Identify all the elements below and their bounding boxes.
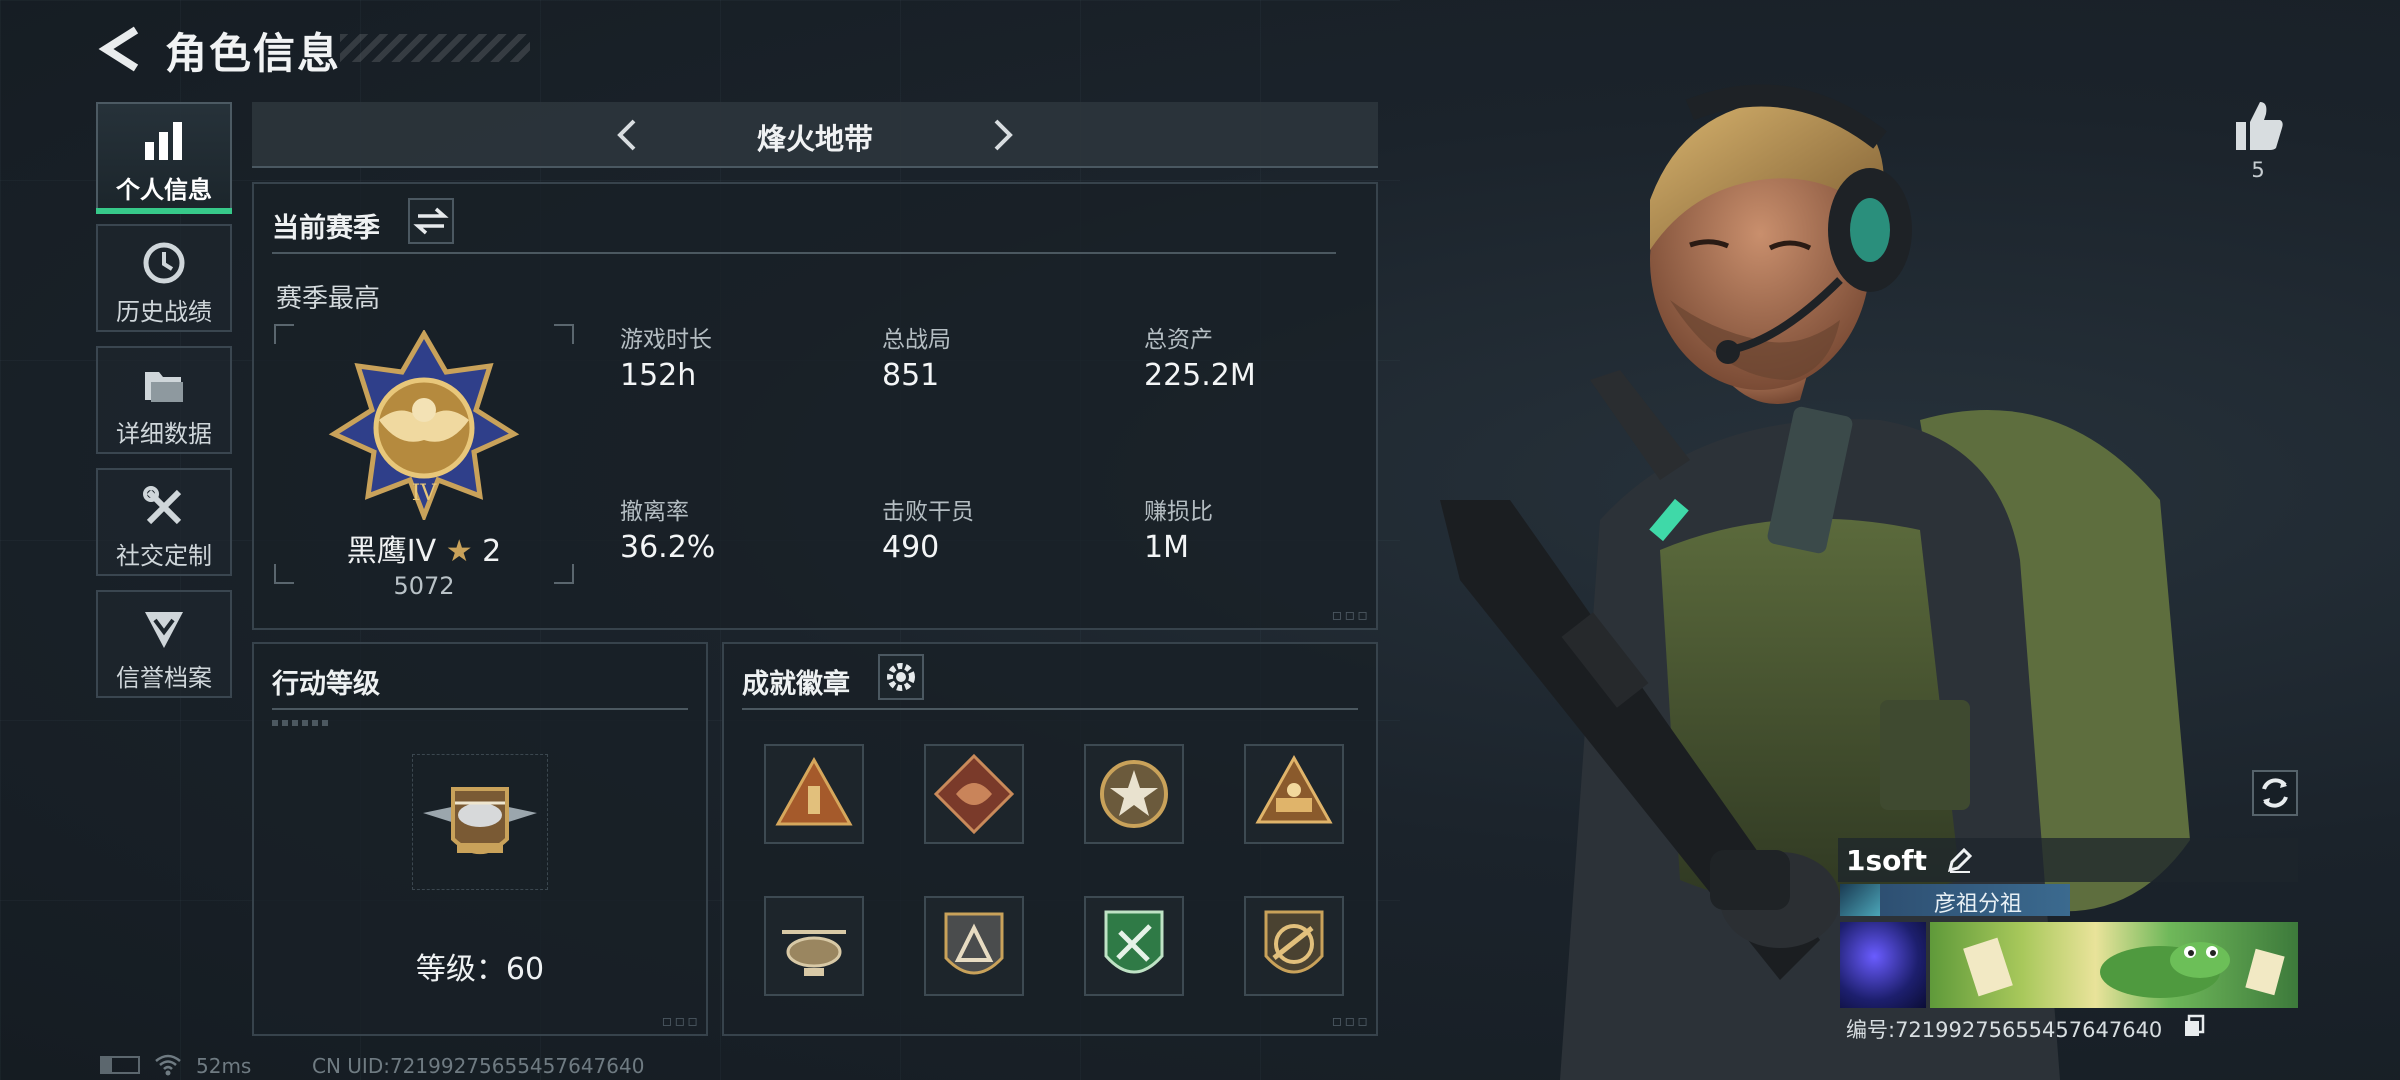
switch-season-button[interactable]: [408, 198, 454, 244]
edit-pencil-icon[interactable]: [1946, 846, 1974, 874]
nav-label: 个人信息: [116, 176, 212, 204]
achievement-badge-6[interactable]: [924, 896, 1024, 996]
frame-corner: [554, 324, 574, 344]
copy-icon[interactable]: [2183, 1014, 2205, 1038]
triangle-tower-badge-icon: [775, 756, 853, 826]
stat-value-extract-rate: 36.2%: [620, 530, 716, 565]
battery-icon: [100, 1056, 140, 1074]
player-card: 1soft 彦祖分祖 编号:72199275655457647640: [1838, 838, 2298, 1050]
achievement-badge-1[interactable]: [764, 744, 864, 844]
uid-text: CN UID:72199275655457647640: [312, 1054, 645, 1078]
nav-label: 信誉档案: [116, 664, 212, 692]
swap-arrows-icon: [413, 207, 449, 235]
player-id: 编号:72199275655457647640: [1846, 1018, 2163, 1042]
operation-title: 行动等级: [272, 669, 380, 700]
mode-selector: 烽火地带: [252, 102, 1378, 168]
nav-social-custom[interactable]: 社交定制: [96, 468, 232, 576]
stat-value-profit-ratio: 1M: [1144, 530, 1189, 565]
stat-label-kills: 击败干员: [882, 499, 974, 525]
nav-reputation[interactable]: 信誉档案: [96, 590, 232, 698]
green-shield-badge-icon: [1104, 910, 1164, 974]
corner-decoration: ▫▫▫: [661, 1011, 700, 1030]
nav-personal-info[interactable]: 个人信息: [96, 102, 232, 214]
operation-divider: [272, 708, 688, 710]
operation-emblem-frame: [412, 754, 548, 890]
refresh-icon: [2262, 778, 2288, 808]
next-mode-arrow-icon[interactable]: [988, 115, 1018, 155]
triangle-shield-badge-icon: [944, 912, 1004, 975]
achievement-badge-4[interactable]: [1244, 744, 1344, 844]
achievements-divider: [742, 708, 1358, 710]
history-clock-icon: [143, 242, 185, 284]
stat-label-playtime: 游戏时长: [620, 327, 712, 353]
rank-line: 黑鹰IV ★ 2: [274, 526, 574, 570]
name-card-banner[interactable]: [1930, 922, 2298, 1008]
star-circle-badge-icon: [1100, 760, 1168, 828]
gun-shield-badge-icon: [1264, 910, 1324, 974]
ping-text: 52ms: [196, 1054, 252, 1078]
page-title: 角色信息: [165, 29, 342, 78]
bar-chart-icon: [145, 122, 182, 160]
achievement-badge-8[interactable]: [1244, 896, 1344, 996]
helicopter-wings-emblem-icon: [423, 787, 537, 854]
stat-label-extract-rate: 撤离率: [620, 499, 689, 525]
nav-label: 社交定制: [116, 542, 212, 570]
nav-label: 历史战绩: [116, 298, 212, 326]
title-decoration: [340, 34, 530, 62]
nav-history[interactable]: 历史战绩: [96, 224, 232, 332]
operation-level-panel: 行动等级 等级：60 ▫▫▫: [252, 642, 708, 1036]
stat-value-matches: 851: [882, 358, 940, 393]
refresh-button[interactable]: [2252, 770, 2298, 816]
helicopter-badge-icon: [782, 930, 846, 976]
nav-detailed-data[interactable]: 详细数据: [96, 346, 232, 454]
folder-icon: [145, 372, 183, 402]
like-count: 5: [2251, 158, 2265, 182]
achievements-title: 成就徽章: [742, 669, 850, 700]
triangle-rank-badge-icon: [1255, 754, 1333, 824]
dragon-diamond-badge-icon: [933, 753, 1015, 835]
achievement-settings-button[interactable]: [878, 654, 924, 700]
operation-level-text: 等级：60: [415, 952, 545, 987]
achievement-badge-7[interactable]: [1084, 896, 1184, 996]
thumbs-up-icon[interactable]: [2230, 98, 2286, 154]
rank-score: 5072: [393, 572, 455, 600]
mode-title: 烽火地带: [756, 122, 873, 156]
wifi-icon: [155, 1054, 181, 1076]
stat-label-profit-ratio: 赚损比: [1144, 499, 1213, 525]
achievements-panel: 成就徽章 ▫▫▫: [722, 642, 1378, 1036]
crocodile-banner-art: [1963, 937, 2285, 998]
operation-mini-decoration: [272, 720, 332, 726]
rank-eagle-emblem-icon: IV: [328, 330, 520, 520]
gear-icon: [887, 663, 915, 691]
rank-star-icon: ★: [445, 534, 473, 569]
stat-value-playtime: 152h: [620, 358, 697, 393]
season-best-label: 赛季最高: [276, 284, 381, 314]
stat-value-assets: 225.2M: [1144, 358, 1256, 393]
shield-chevron-icon: [145, 612, 183, 648]
frame-corner: [274, 324, 294, 344]
stat-label-assets: 总资产: [1144, 327, 1213, 353]
achievement-badge-3[interactable]: [1084, 744, 1184, 844]
player-avatar[interactable]: [1840, 922, 1926, 1008]
season-title: 当前赛季: [272, 213, 380, 244]
stat-label-matches: 总战局: [882, 327, 951, 353]
title-tag-image: [1840, 884, 1880, 916]
back-arrow-icon[interactable]: [96, 24, 142, 74]
achievement-badge-2[interactable]: [924, 744, 1024, 844]
wrench-tools-icon: [143, 486, 182, 525]
achievement-badge-5[interactable]: [764, 896, 864, 996]
rank-stars: 2: [482, 534, 502, 569]
season-divider: [272, 252, 1336, 254]
stat-value-kills: 490: [882, 530, 940, 565]
title-tag-text: 彦祖分祖: [1933, 892, 2022, 917]
season-panel: 当前赛季 赛季最高 IV 黑鹰IV ★ 2 5072 游戏时长 152h 总战局…: [252, 182, 1378, 630]
active-indicator: [96, 208, 232, 214]
svg-text:IV: IV: [412, 481, 438, 506]
nav-label: 详细数据: [116, 420, 212, 448]
player-name: 1soft: [1846, 844, 1927, 877]
rank-name: 黑鹰IV: [346, 534, 437, 569]
